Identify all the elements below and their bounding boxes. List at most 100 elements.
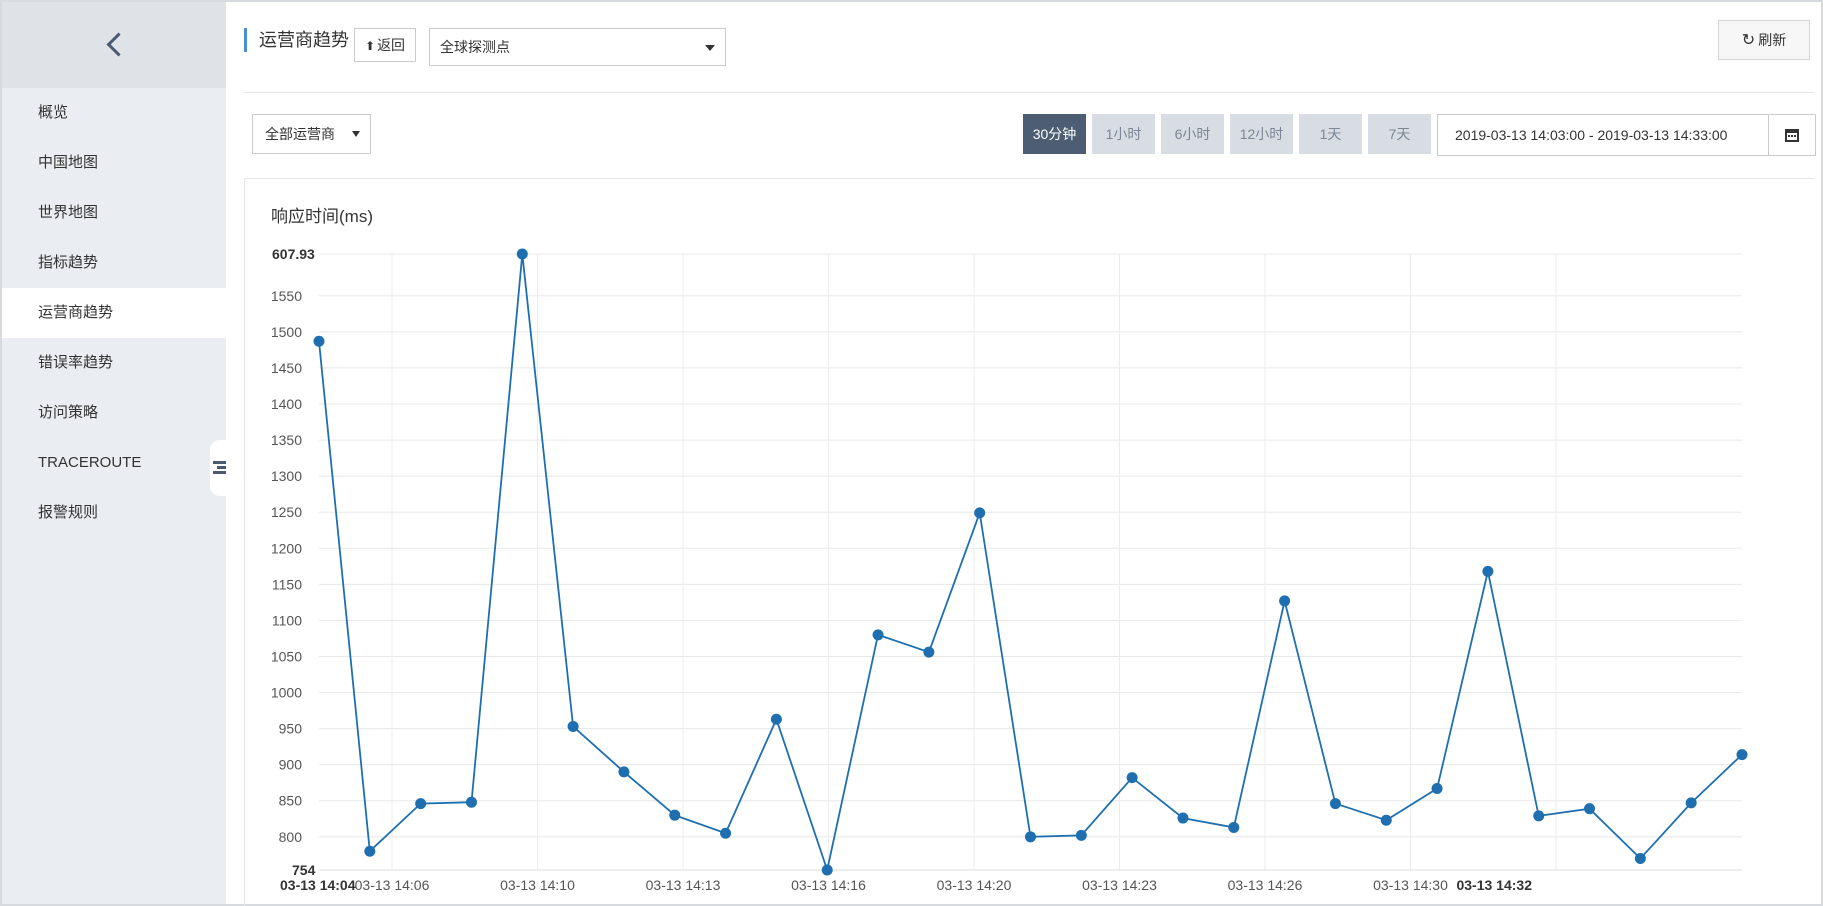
sidebar-item-7[interactable]: TRACEROUTE [2, 438, 226, 488]
caret-down-icon [705, 45, 715, 51]
data-point [974, 507, 986, 519]
y-tick-label: 1100 [272, 612, 302, 628]
data-point [1329, 798, 1341, 810]
range-button-5[interactable]: 7天 [1368, 114, 1431, 154]
y-tick-label: 1050 [271, 648, 302, 664]
y-min-label: 754 [292, 862, 316, 878]
y-tick-label: 1350 [271, 432, 302, 448]
data-point [1380, 814, 1392, 826]
data-point [1126, 772, 1138, 784]
x-tick-label: 03-13 14:10 [500, 877, 575, 893]
data-point [364, 845, 376, 857]
data-point [313, 335, 325, 347]
sidebar-item-6[interactable]: 访问策略 [2, 388, 226, 438]
probe-select-value: 全球探测点 [440, 39, 510, 55]
sidebar-item-2[interactable]: 世界地图 [2, 188, 226, 238]
y-tick-label: 1300 [271, 468, 302, 484]
carrier-select[interactable]: 全部运营商 [252, 114, 371, 154]
sidebar-nav: 概览 中国地图 世界地图 指标趋势 运营商趋势 错误率趋势 访问策略 TRACEROUTE 报警… [2, 88, 226, 538]
sidebar-item-5[interactable]: 错误率趋势 [2, 338, 226, 388]
data-point [465, 796, 477, 808]
y-tick-label: 950 [279, 721, 303, 737]
range-button-3[interactable]: 12小时 [1230, 114, 1293, 154]
y-tick-label: 1400 [271, 396, 302, 412]
chevron-left-icon[interactable] [102, 33, 126, 57]
range-button-2[interactable]: 6小时 [1161, 114, 1224, 154]
data-point [1025, 831, 1036, 843]
x-tick-label: 03-13 14:16 [791, 877, 866, 893]
refresh-button[interactable]: ↻ 刷新 [1718, 20, 1810, 60]
data-point [618, 766, 630, 778]
data-point [770, 713, 782, 725]
page-header: 运营商趋势 ⬆ 返回 全球探测点 ↻ 刷新 [244, 20, 1814, 92]
x-tick-label: 03-13 14:13 [646, 877, 721, 893]
calendar-button[interactable] [1768, 115, 1815, 155]
sidebar: 概览 中国地图 世界地图 指标趋势 运营商趋势 错误率趋势 访问策略 TRACEROUTE 报警… [2, 2, 228, 904]
time-range-buttons: 30分钟 1小时 6小时 12小时 1天 7天 [1023, 114, 1431, 154]
data-point [415, 798, 427, 810]
back-button[interactable]: ⬆ 返回 [354, 28, 417, 62]
data-point [1228, 821, 1240, 833]
y-tick-label: 1000 [271, 685, 302, 701]
response-time-chart: 800 850 900 950 1000 1050 1100 1150 1200 1250 1300… [271, 246, 1748, 893]
data-point [872, 629, 884, 641]
data-point [923, 646, 935, 658]
sidebar-item-1[interactable]: 中国地图 [2, 138, 226, 188]
x-tick-label: 03-13 14:06 [355, 877, 430, 893]
y-tick-label: 1450 [271, 360, 302, 376]
data-point [1431, 782, 1443, 794]
data-point [1634, 852, 1646, 864]
x-tick-label: 03-13 14:23 [1082, 877, 1157, 893]
data-point [1279, 595, 1291, 607]
y-tick-label: 1150 [272, 576, 302, 592]
data-point [1177, 812, 1189, 824]
y-tick-label: 1550 [271, 288, 302, 304]
x-start-label: 03-13 14:04 [280, 877, 356, 893]
chart-title: 响应时间(ms) [271, 207, 373, 226]
date-range-picker[interactable]: 2019-03-13 14:03:00 - 2019-03-13 14:33:0… [1437, 114, 1816, 156]
y-tick-label: 1250 [271, 504, 302, 520]
sidebar-item-3[interactable]: 指标趋势 [2, 238, 226, 288]
sidebar-header [2, 2, 226, 88]
y-tick-label: 800 [279, 829, 303, 845]
sidebar-item-4[interactable]: 运营商趋势 [2, 288, 226, 338]
data-point [1075, 829, 1087, 841]
y-tick-label: 1500 [271, 324, 302, 340]
y-tick-label: 850 [279, 793, 303, 809]
data-point [720, 827, 732, 839]
data-point [1736, 749, 1748, 761]
x-tick-label: 03-13 14:20 [937, 877, 1012, 893]
data-point [669, 809, 681, 821]
series-line [318, 253, 1743, 874]
probe-select[interactable]: 全球探测点 [429, 28, 726, 66]
date-range-value: 2019-03-13 14:03:00 - 2019-03-13 14:33:0… [1455, 127, 1728, 143]
carrier-select-value: 全部运营商 [265, 126, 335, 142]
data-point [1685, 797, 1697, 809]
refresh-icon: ↻ [1741, 32, 1756, 49]
back-button-label: 返回 [377, 37, 406, 53]
data-point [1533, 810, 1545, 822]
header-divider [244, 92, 1814, 93]
caret-down-icon [352, 131, 360, 137]
x-tick-label: 03-13 14:26 [1228, 877, 1303, 893]
y-tick-label: 1200 [271, 540, 302, 556]
refresh-button-label: 刷新 [1758, 32, 1787, 48]
data-point [567, 720, 579, 732]
page-title: 运营商趋势 [244, 28, 349, 52]
x-tick-label: 03-13 14:30 [1373, 877, 1448, 893]
range-button-0[interactable]: 30分钟 [1023, 114, 1086, 154]
calendar-icon [1785, 128, 1799, 142]
panel-divider [244, 178, 1814, 179]
sidebar-collapse-handle[interactable] [210, 440, 228, 496]
y-tick-label: 900 [279, 757, 303, 773]
menu-fold-icon [212, 461, 226, 475]
arrow-up-icon: ⬆ [365, 39, 376, 53]
data-point [1584, 803, 1596, 815]
data-point [821, 864, 833, 876]
sidebar-item-0[interactable]: 概览 [2, 88, 226, 138]
sidebar-item-8[interactable]: 报警规则 [2, 488, 226, 538]
y-max-label: 607.93 [272, 246, 315, 262]
range-button-4[interactable]: 1天 [1299, 114, 1362, 154]
range-button-1[interactable]: 1小时 [1092, 114, 1155, 154]
x-end-label: 03-13 14:32 [1456, 877, 1532, 893]
